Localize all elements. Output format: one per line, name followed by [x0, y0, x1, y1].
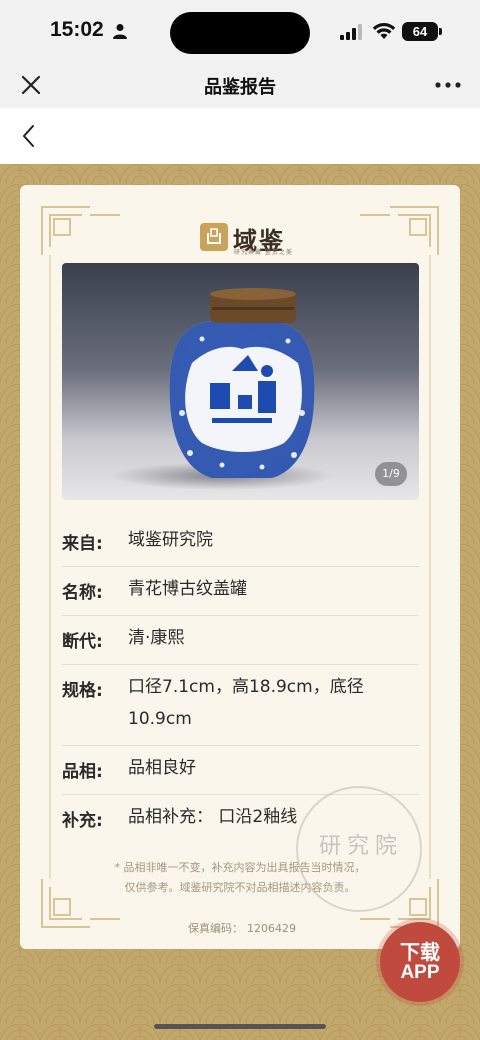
dynamic-island	[170, 12, 310, 54]
porcelain-jar-image	[112, 288, 332, 490]
detail-value: 域鉴研究院	[128, 530, 213, 550]
brand-logo-icon	[200, 223, 228, 251]
detail-row-source: 来自: 域鉴研究院	[62, 518, 419, 567]
seal-stamp: 研究院	[296, 786, 422, 912]
detail-label: 断代:	[62, 632, 103, 652]
battery-tip	[439, 28, 442, 35]
detail-label: 品相:	[62, 762, 103, 782]
more-icon[interactable]	[434, 78, 462, 92]
item-photo[interactable]: 1/9	[62, 263, 419, 500]
page-title: 品鉴报告	[204, 77, 276, 98]
back-row	[0, 108, 480, 164]
signal-icon	[340, 24, 362, 40]
chevron-left-icon[interactable]	[16, 122, 42, 150]
nav-bar: 品鉴报告	[0, 62, 480, 108]
status-bar: 15:02 64	[0, 0, 480, 62]
detail-row-period: 断代: 清·康熙	[62, 616, 419, 665]
detail-row-dimensions: 规格: 口径7.1cm，高18.9cm，底径10.9cm	[62, 665, 419, 746]
home-indicator[interactable]	[154, 1024, 326, 1029]
brand-tagline: 研究典藏 鉴赏之美	[234, 249, 293, 256]
certificate-label: 保真编码：	[188, 922, 243, 935]
certificate-value: 1206429	[247, 922, 296, 935]
person-icon	[113, 24, 127, 39]
detail-row-name: 名称: 青花博古纹盖罐	[62, 567, 419, 616]
detail-value: 青花博古纹盖罐	[128, 579, 247, 599]
detail-value: 品相良好	[128, 758, 196, 778]
battery-icon: 64	[402, 22, 438, 41]
detail-label: 规格:	[62, 681, 103, 701]
detail-label: 名称:	[62, 583, 103, 603]
status-time: 15:02	[50, 18, 104, 41]
download-app-button[interactable]: 下载 APP	[380, 922, 460, 1002]
photo-counter: 1/9	[375, 462, 407, 486]
detail-label: 补充:	[62, 811, 103, 831]
download-label: 下载	[400, 940, 440, 964]
detail-label: 来自:	[62, 534, 103, 554]
download-app-label: APP	[400, 962, 440, 983]
wifi-icon	[372, 23, 396, 39]
seal-text: 研究院	[318, 834, 403, 859]
detail-value: 口径7.1cm，高18.9cm，底径10.9cm	[128, 677, 364, 729]
detail-value: 清·康熙	[128, 628, 185, 648]
